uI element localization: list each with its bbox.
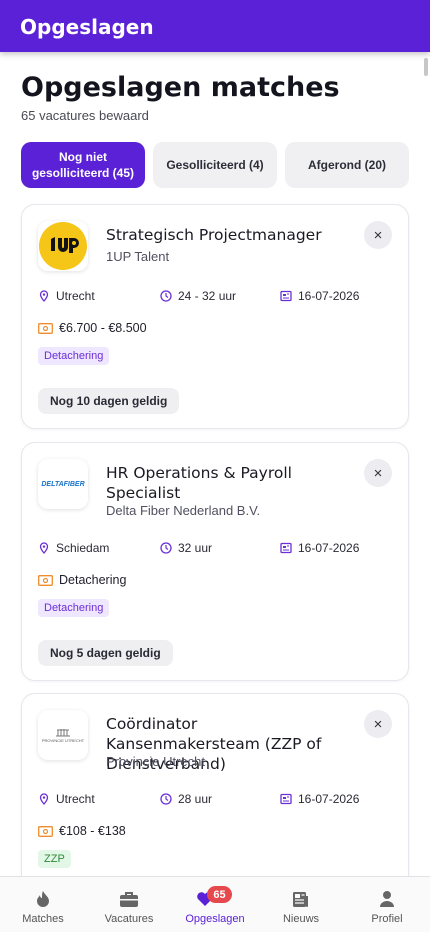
job-date: 16-07-2026 [280, 541, 359, 555]
nav-label: Matches [22, 913, 64, 925]
provincie-utrecht-logo-icon: PROVINCIE UTRECHT [42, 727, 84, 743]
company-name: 1UP Talent [106, 249, 170, 264]
job-card[interactable]: PROVINCIE UTRECHT Coördinator Kansenmake… [21, 693, 409, 876]
location-pin-icon [39, 793, 49, 805]
newspaper-icon [292, 888, 310, 910]
nav-label: Profiel [371, 913, 403, 925]
job-title: HR Operations & Payroll Specialist [106, 464, 292, 502]
clock-icon [160, 793, 172, 805]
contract-type-badge: Detachering [38, 599, 110, 617]
newspaper-date-icon [280, 290, 292, 302]
job-card[interactable]: Strategisch Projectmanager 1UP Talent × … [21, 204, 409, 429]
job-location: Utrecht [38, 289, 95, 303]
nav-opgeslagen[interactable]: 65 Opgeslagen [172, 877, 258, 932]
salary-text: Detachering [59, 573, 127, 587]
page-title: Opgeslagen matches [21, 72, 340, 103]
location-pin-icon [39, 290, 49, 302]
nav-matches[interactable]: Matches [0, 877, 86, 932]
close-icon: × [373, 226, 383, 244]
contract-type-badge: Detachering [38, 347, 110, 365]
app-bar-title: Opgeslagen [20, 15, 154, 39]
job-salary: €108 - €138 [38, 824, 126, 838]
company-logo [38, 221, 88, 271]
saved-matches-list[interactable]: Opgeslagen matches 65 vacatures bewaard … [0, 52, 430, 876]
job-salary: €6.700 - €8.500 [38, 321, 147, 335]
page-subtitle: 65 vacatures bewaard [21, 108, 149, 123]
person-icon [379, 888, 395, 910]
date-text: 16-07-2026 [298, 792, 360, 806]
nav-label: Nieuws [282, 913, 320, 925]
location-text: Utrecht [56, 289, 95, 303]
location-text: Utrecht [56, 792, 95, 806]
job-location: Utrecht [38, 792, 95, 806]
hours-text: 28 uur [178, 792, 213, 806]
clock-icon [160, 290, 172, 302]
tab-label: Nog niet gesolliciteerd (45) [31, 150, 135, 180]
scrollbar[interactable] [424, 58, 428, 76]
company-name: Provincie Utrecht [106, 754, 205, 769]
job-location: Schiedam [38, 541, 109, 555]
job-hours: 32 uur [160, 541, 212, 555]
contract-type-badge: ZZP [38, 850, 71, 868]
money-icon [38, 574, 53, 586]
money-icon [38, 322, 53, 334]
location-text: Schiedam [56, 541, 110, 555]
company-name: Delta Fiber Nederland B.V. [106, 503, 261, 518]
remove-saved-button[interactable]: × [364, 710, 392, 738]
job-hours: 28 uur [160, 792, 212, 806]
tab-completed[interactable]: Afgerond (20) [285, 142, 409, 188]
close-icon: × [373, 464, 383, 482]
nav-label: Opgeslagen [185, 913, 245, 925]
date-text: 16-07-2026 [298, 541, 360, 555]
tab-applied[interactable]: Gesolliciteerd (4) [153, 142, 277, 188]
nav-vacatures[interactable]: Vacatures [86, 877, 172, 932]
heart-icon: 65 [196, 886, 232, 910]
close-icon: × [373, 715, 383, 733]
salary-text: €108 - €138 [59, 824, 126, 838]
job-date: 16-07-2026 [280, 289, 359, 303]
clock-icon [160, 542, 172, 554]
job-salary: Detachering [38, 573, 126, 587]
remove-saved-button[interactable]: × [364, 459, 392, 487]
flame-icon [36, 888, 50, 910]
remove-saved-button[interactable]: × [364, 221, 392, 249]
logo-text: DELTAFIBER [41, 480, 85, 488]
date-text: 16-07-2026 [298, 289, 360, 303]
company-logo: DELTAFIBER [38, 459, 88, 509]
briefcase-icon [119, 888, 139, 910]
tab-not-applied[interactable]: Nog niet gesolliciteerd (45) [21, 142, 145, 188]
hours-text: 32 uur [178, 541, 213, 555]
hours-text: 24 - 32 uur [178, 289, 237, 303]
nav-nieuws[interactable]: Nieuws [258, 877, 344, 932]
location-pin-icon [39, 542, 49, 554]
tab-label: Gesolliciteerd (4) [166, 158, 264, 172]
money-icon [38, 825, 53, 837]
job-hours: 24 - 32 uur [160, 289, 236, 303]
validity-badge: Nog 10 dagen geldig [38, 388, 180, 414]
app-bar: Opgeslagen [0, 0, 430, 52]
deltafiber-logo-icon: DELTAFIBER [41, 481, 84, 488]
job-title: Strategisch Projectmanager [106, 226, 322, 244]
company-logo: PROVINCIE UTRECHT [38, 710, 88, 760]
bottom-navigation: Matches Vacatures 65 Opgeslagen Nieuws P… [0, 876, 430, 932]
nav-profiel[interactable]: Profiel [344, 877, 430, 932]
logo-text: PROVINCIE UTRECHT [41, 738, 85, 743]
job-date: 16-07-2026 [280, 792, 359, 806]
newspaper-date-icon [280, 793, 292, 805]
newspaper-date-icon [280, 542, 292, 554]
validity-badge: Nog 5 dagen geldig [38, 640, 173, 666]
1up-logo-icon [39, 222, 87, 270]
nav-label: Vacatures [104, 913, 154, 925]
salary-text: €6.700 - €8.500 [59, 321, 147, 335]
job-card[interactable]: DELTAFIBER HR Operations & Payroll Speci… [21, 442, 409, 681]
saved-count-badge: 65 [207, 886, 232, 903]
tab-label: Afgerond (20) [308, 158, 386, 172]
